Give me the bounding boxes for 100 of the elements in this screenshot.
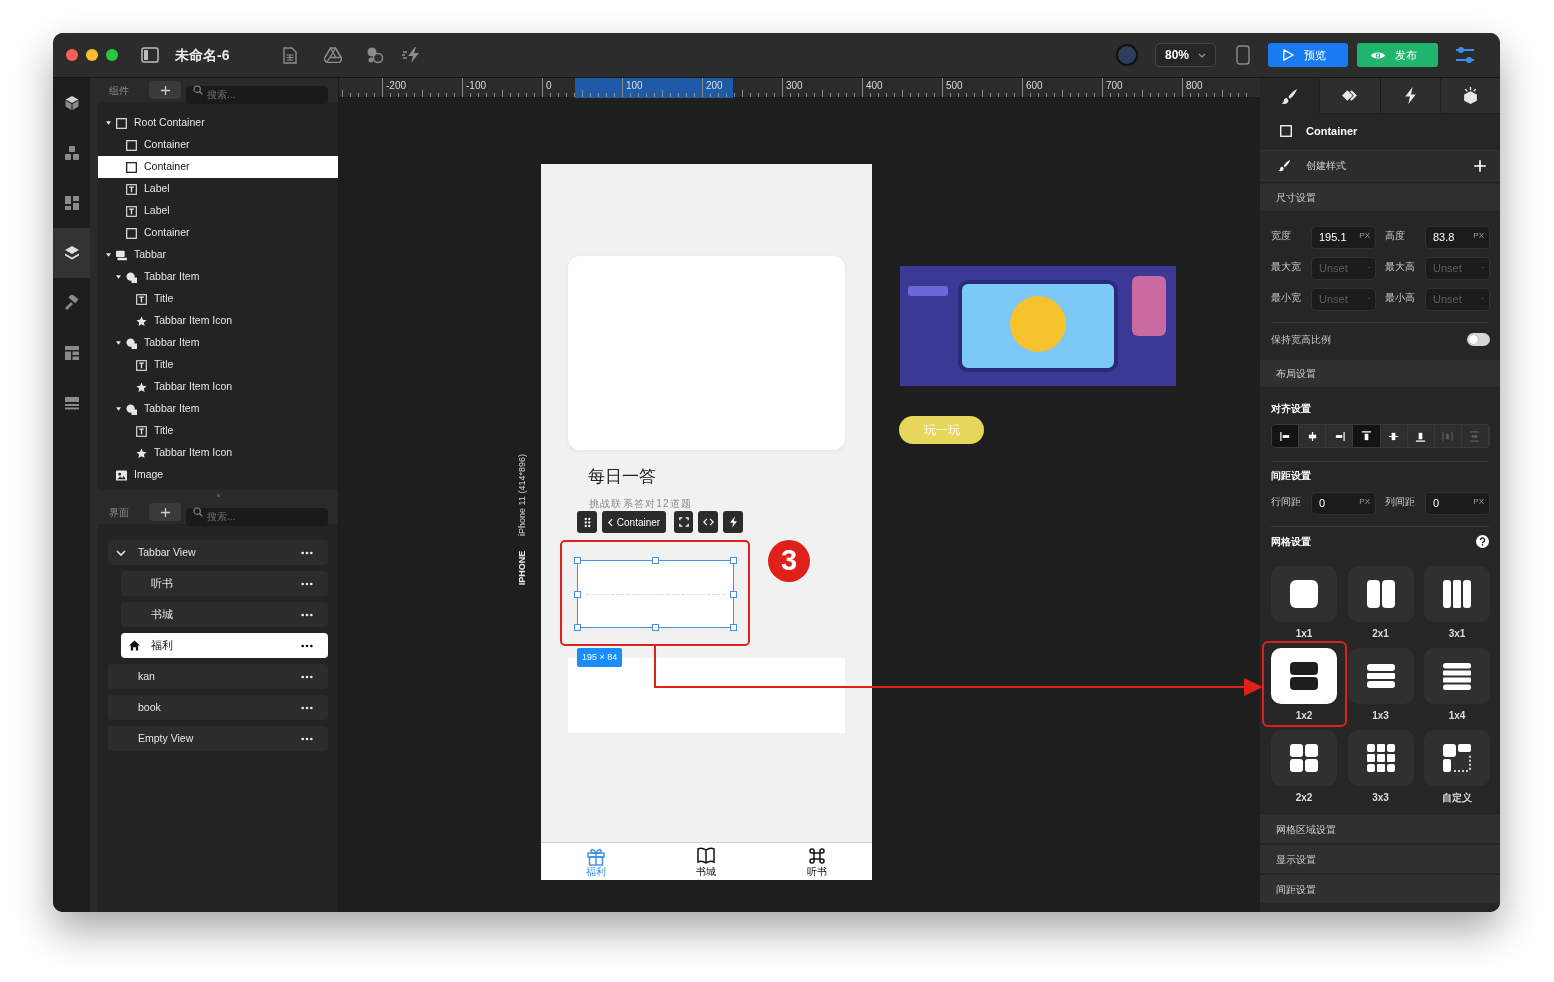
caret-icon[interactable] — [106, 121, 111, 125]
tab-item[interactable]: 书城 — [651, 843, 762, 880]
caret-icon[interactable] — [116, 341, 121, 345]
grid-option-label: 3x3 — [1372, 792, 1389, 804]
tree-item[interactable]: Tabbar — [98, 244, 338, 266]
add-button[interactable] — [149, 81, 181, 99]
drag-button[interactable] — [577, 511, 597, 533]
more-icon[interactable] — [301, 581, 313, 586]
add-button[interactable] — [149, 503, 181, 521]
resize-handle[interactable] — [574, 557, 581, 564]
grid-option[interactable] — [1271, 566, 1337, 622]
grid-option[interactable] — [1347, 648, 1414, 704]
page-item[interactable]: 书城 — [121, 602, 328, 627]
close-button[interactable] — [66, 49, 78, 61]
phone-icon[interactable] — [1236, 45, 1250, 65]
chevron-down-icon[interactable] — [116, 549, 126, 556]
action-button[interactable] — [723, 511, 743, 533]
more-icon[interactable] — [301, 705, 313, 710]
tree-item[interactable]: Title — [98, 354, 338, 376]
inspector-tab[interactable] — [1439, 78, 1500, 114]
selected-container[interactable] — [577, 560, 734, 628]
section-header[interactable]: 网格区域设置 — [1260, 815, 1500, 843]
resize-handle[interactable] — [574, 624, 581, 631]
caret-icon[interactable] — [116, 407, 121, 411]
more-icon[interactable] — [301, 550, 313, 555]
tree-item[interactable]: Container — [98, 134, 338, 156]
spreadsheet-icon[interactable] — [283, 46, 297, 64]
search-field[interactable]: 搜索... — [186, 85, 328, 104]
page-item[interactable]: 听书 — [121, 571, 328, 596]
preview-button[interactable]: 预览 — [1268, 43, 1348, 67]
zoom-button[interactable] — [106, 49, 118, 61]
toggle-switch[interactable] — [1467, 332, 1490, 346]
more-icon[interactable] — [301, 674, 313, 679]
alignment-control[interactable] — [1271, 424, 1490, 448]
tab-item[interactable]: 福利 — [541, 843, 652, 880]
expand-button[interactable] — [674, 511, 693, 533]
minimize-button[interactable] — [86, 49, 98, 61]
window-icon — [116, 249, 127, 261]
bolt-icon[interactable] — [402, 46, 422, 64]
page-item[interactable]: Tabbar View — [108, 540, 328, 565]
grid-option[interactable] — [1424, 730, 1490, 786]
caret-icon[interactable] — [106, 253, 111, 257]
section-header[interactable]: 布局设置 — [1260, 360, 1500, 387]
add-style-button[interactable] — [1473, 158, 1487, 173]
circles-icon[interactable] — [366, 46, 384, 64]
tree-item[interactable]: Label — [98, 178, 338, 200]
section-header[interactable]: 显示设置 — [1260, 845, 1500, 873]
rail-button[interactable] — [53, 228, 90, 278]
tab-item[interactable]: 听书 — [761, 843, 872, 880]
zoom-select[interactable]: 80% — [1155, 43, 1216, 67]
tree-item[interactable]: Tabbar Item — [98, 266, 338, 288]
resize-handle[interactable] — [574, 591, 581, 598]
sidebar-icon[interactable] — [141, 47, 159, 63]
tree-item[interactable]: Title — [98, 420, 338, 442]
custom-grid-icon — [1442, 743, 1472, 773]
section-header[interactable]: 间距设置 — [1260, 875, 1500, 903]
page-item[interactable]: Empty View — [108, 726, 328, 751]
tree-item[interactable]: Tabbar Item — [98, 332, 338, 354]
sliders-icon[interactable] — [1455, 46, 1475, 64]
tree-item[interactable]: Tabbar Item Icon — [98, 310, 338, 332]
caret-icon[interactable] — [116, 275, 121, 279]
grid-option-label: 1x3 — [1372, 710, 1389, 722]
resize-handle[interactable] — [730, 591, 737, 598]
tree-item[interactable]: Tabbar Item — [98, 398, 338, 420]
resize-handle[interactable] — [730, 557, 737, 564]
page-item[interactable]: kan — [108, 664, 328, 689]
tree-item[interactable]: Tabbar Item Icon — [98, 376, 338, 398]
grid-option[interactable] — [1271, 730, 1337, 786]
align-button[interactable] — [1272, 425, 1300, 447]
tree-item[interactable]: Container — [98, 222, 338, 244]
code-button[interactable] — [698, 511, 718, 533]
unit-label: PX — [1473, 497, 1484, 506]
tree-item[interactable]: Title — [98, 288, 338, 310]
resize-handle[interactable] — [652, 624, 659, 631]
grid-option[interactable] — [1271, 648, 1337, 704]
rows-icon — [63, 395, 80, 411]
search-field[interactable]: 搜索... — [186, 507, 328, 526]
section-header[interactable]: 尺寸设置 — [1260, 184, 1500, 211]
tree-item[interactable]: Root Container — [98, 112, 338, 134]
resize-handle[interactable] — [652, 557, 659, 564]
tree-item[interactable]: Image — [98, 464, 338, 486]
grid-option[interactable] — [1424, 648, 1490, 704]
tree-item[interactable]: Label — [98, 200, 338, 222]
more-icon[interactable] — [301, 736, 313, 741]
grid-option[interactable] — [1424, 566, 1490, 622]
grid-option[interactable] — [1347, 730, 1414, 786]
tree-item[interactable]: Tabbar Item Icon — [98, 442, 338, 464]
help-icon[interactable] — [1476, 535, 1489, 548]
align-button[interactable] — [1353, 425, 1381, 447]
parent-select-button[interactable]: Container — [602, 511, 666, 533]
page-item[interactable]: book — [108, 695, 328, 720]
grid-option[interactable] — [1347, 566, 1414, 622]
more-icon[interactable] — [301, 643, 313, 648]
more-icon[interactable] — [301, 612, 313, 617]
triangle-icon[interactable] — [324, 47, 342, 63]
tree-item[interactable]: Container — [98, 156, 338, 178]
inspector-tab[interactable] — [1319, 78, 1380, 114]
resize-handle[interactable] — [730, 624, 737, 631]
field-label: 最大宽 — [1271, 260, 1302, 274]
page-item[interactable]: 福利 — [121, 633, 328, 658]
